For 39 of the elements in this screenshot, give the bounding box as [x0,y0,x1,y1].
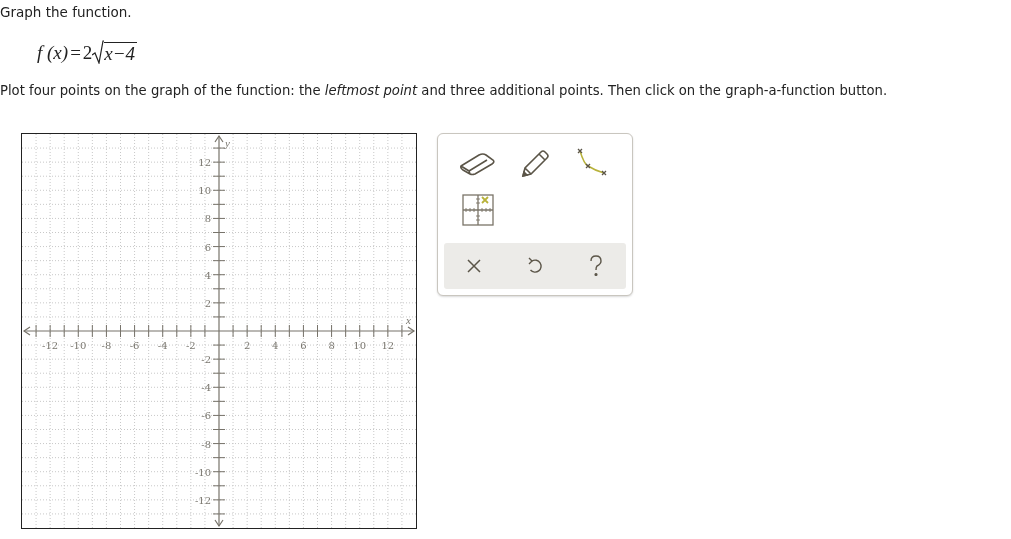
undo-icon [527,257,543,275]
tick-label: -12 [194,494,211,506]
tick-label: 4 [204,269,211,281]
tick-label: -8 [101,340,112,351]
tick-label: 10 [198,185,211,197]
tick-label: -2 [201,354,211,366]
coefficient: 2 [82,42,93,64]
help-icon [588,255,603,277]
axis-label: y [225,137,230,149]
heading: Graph the function. [0,3,133,21]
equals-sign: = [70,42,81,64]
radicand: x−4 [104,42,138,64]
pencil-icon [520,149,550,179]
tick-label: -6 [129,340,140,351]
tick-label: 2 [243,340,251,351]
tick-label: -10 [194,466,211,478]
tick-label: 12 [381,340,395,351]
tick-label: -4 [157,340,168,351]
tick-label: 12 [198,157,211,169]
tick-label: -6 [201,410,211,422]
radical-icon [92,40,105,64]
function-name: f (x) [37,42,69,64]
tick-label: -4 [201,382,211,394]
tick-label: 6 [300,340,307,351]
tick-label: -12 [42,340,59,351]
axis-label: x [406,314,411,326]
tick-label: -2 [186,340,196,351]
tick-label: 4 [272,340,279,351]
tick-label: 8 [328,340,335,351]
point-grid-icon [462,194,495,226]
tick-label: 8 [204,213,211,225]
instruction-text: Plot four points on the graph of the function: the leftmost point and three additional points. Then click on the graph-a-function button. [0,82,889,100]
tick-label: 10 [353,340,367,351]
tick-label: 6 [204,241,211,253]
tick-label: 2 [204,297,211,309]
close-icon [467,259,482,273]
tick-label: -8 [201,438,211,450]
coordinate-plane[interactable]: -12 -10 -8 -6 -4 -2 2 4 6 8 10 12 12 10 8 6 4 2 -2 -4 -6 -8 -10 -12 x y [21,133,417,529]
tick-label: -10 [70,340,87,351]
